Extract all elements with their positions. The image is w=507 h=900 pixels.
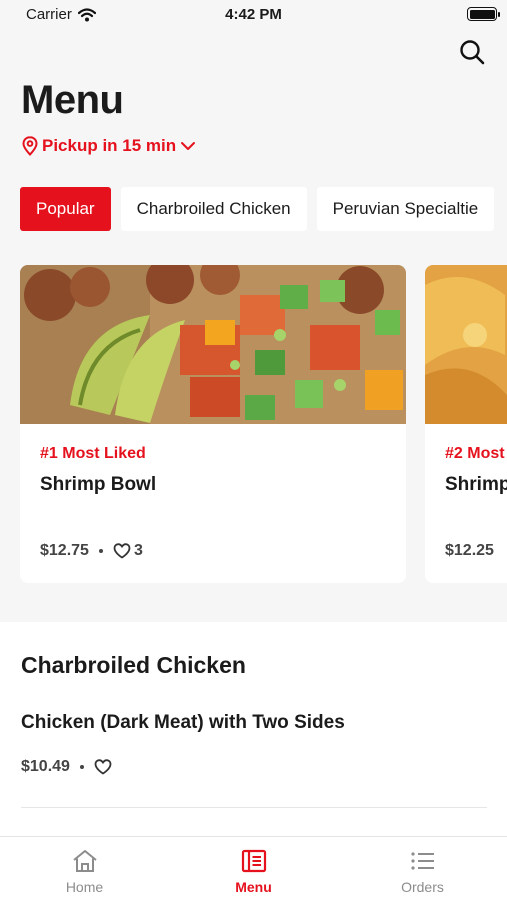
home-icon <box>72 850 97 872</box>
card-price: $12.75 <box>40 542 89 559</box>
list-icon <box>410 852 434 870</box>
category-tabs: Popular Charbroiled Chicken Peruvian Spe… <box>20 187 495 231</box>
separator-dot <box>98 549 103 553</box>
card-rank: #1 Most Liked <box>40 445 146 462</box>
card-meta: $12.25 <box>445 542 494 560</box>
search-button[interactable] <box>456 36 488 68</box>
chevron-down-icon <box>181 142 196 150</box>
location-pin-icon <box>22 136 38 156</box>
shrimp-photo <box>425 265 507 424</box>
shrimp-bowl-photo <box>20 265 406 424</box>
tabbar-home-label: Home <box>65 879 104 895</box>
status-time: 4:42 PM <box>225 6 282 23</box>
menu-item-price: $10.49 <box>21 758 70 775</box>
status-bar: Carrier 4:42 PM <box>0 0 507 30</box>
search-icon <box>460 40 485 65</box>
card-likes[interactable]: 3 <box>113 542 143 560</box>
battery-icon <box>467 7 500 21</box>
divider <box>21 807 487 808</box>
bottom-tab-bar: Home Menu Orders <box>0 836 507 900</box>
tab-charbroiled-chicken[interactable]: Charbroiled Chicken <box>120 187 307 231</box>
tabbar-home[interactable]: Home <box>0 837 169 900</box>
card-item-name: Shrimp <box>445 474 507 495</box>
tabbar-menu-label: Menu <box>235 879 272 895</box>
menu-item-name[interactable]: Chicken (Dark Meat) with Two Sides <box>21 712 345 734</box>
heart-icon[interactable] <box>94 759 112 775</box>
separator-dot <box>79 765 84 769</box>
tab-popular[interactable]: Popular <box>20 187 111 231</box>
pickup-selector[interactable]: Pickup in 15 min <box>22 136 196 156</box>
heart-icon <box>113 543 131 559</box>
like-count: 3 <box>133 542 143 559</box>
featured-card[interactable]: #1 Most Liked Shrimp Bowl $12.75 3 <box>20 265 406 583</box>
pickup-label: Pickup in 15 min <box>42 136 177 155</box>
menu-icon <box>241 849 266 873</box>
section-title: Charbroiled Chicken <box>21 652 246 678</box>
featured-card[interactable]: #2 Most Shrimp $12.25 <box>425 265 507 583</box>
card-item-name: Shrimp Bowl <box>40 474 157 495</box>
featured-carousel: #1 Most Liked Shrimp Bowl $12.75 3 #2 Mo… <box>20 265 507 585</box>
tabbar-orders[interactable]: Orders <box>338 837 507 900</box>
page-title: Menu <box>21 78 124 122</box>
tab-peruvian-specialties[interactable]: Peruvian Specialtie <box>316 187 495 231</box>
menu-item-meta: $10.49 <box>21 758 112 776</box>
card-rank: #2 Most <box>445 445 505 462</box>
tabbar-menu[interactable]: Menu <box>169 837 338 900</box>
tabbar-orders-label: Orders <box>401 879 444 895</box>
card-price: $12.25 <box>445 542 494 559</box>
card-meta: $12.75 3 <box>40 542 143 560</box>
